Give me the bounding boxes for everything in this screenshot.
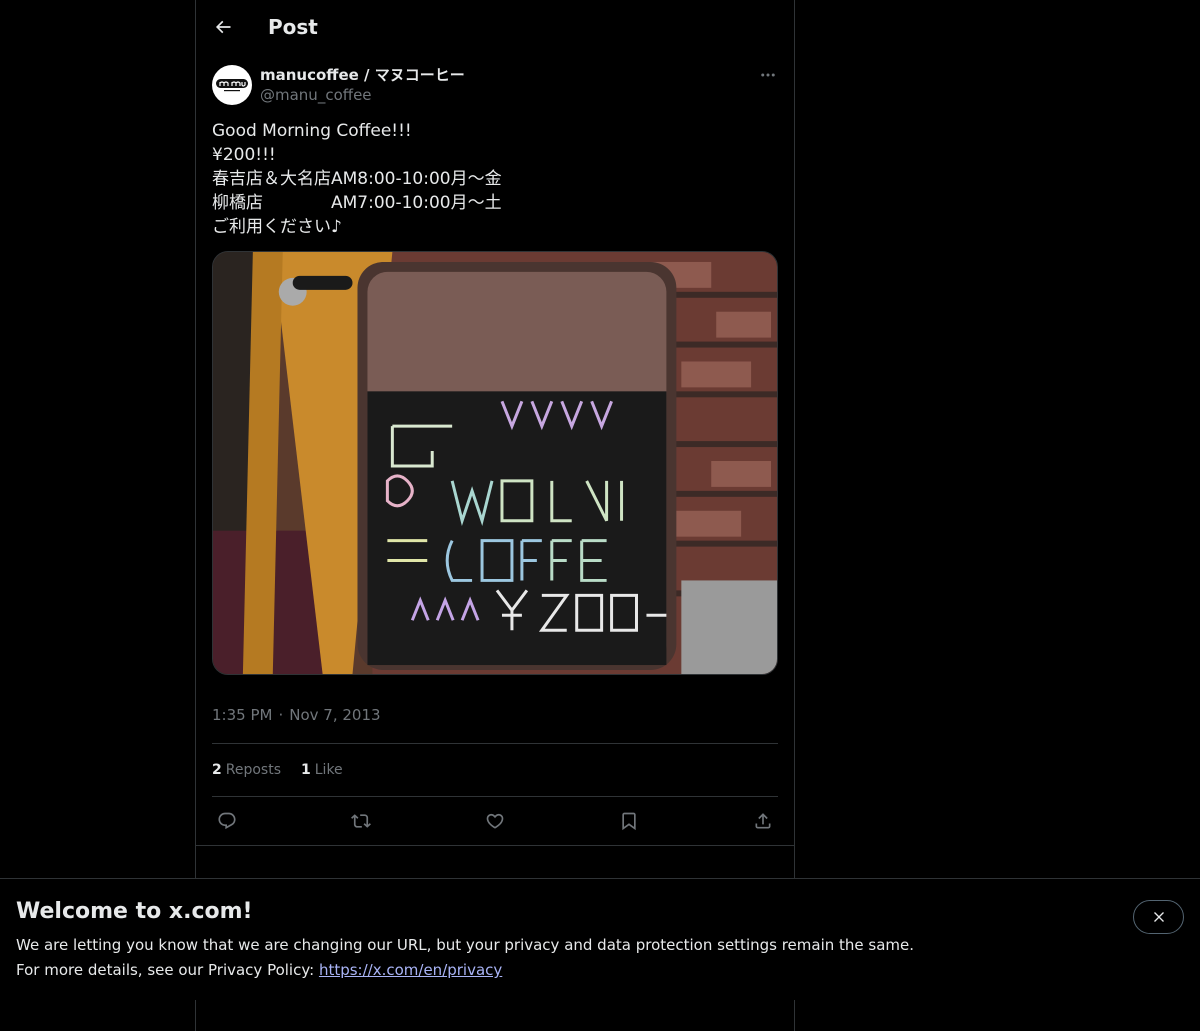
post-photo[interactable] (212, 251, 778, 675)
bookmark-button[interactable] (618, 810, 640, 832)
repost-icon (351, 814, 371, 828)
share-icon (755, 813, 771, 829)
post-time[interactable]: 1:35 PM (212, 706, 272, 724)
main-column: Post manucoffee / マヌコーヒー @manu_coffee Go… (195, 0, 795, 1031)
bookmark-icon (622, 812, 636, 831)
like-button[interactable] (484, 810, 506, 832)
author-handle[interactable]: @manu_coffee (260, 85, 465, 105)
top-bar: Post (196, 0, 794, 53)
more-icon (761, 73, 775, 77)
privacy-policy-link[interactable]: https://x.com/en/privacy (319, 961, 502, 979)
more-options-button[interactable] (758, 65, 778, 85)
share-button[interactable] (752, 810, 774, 832)
timestamp-separator: · (278, 706, 284, 724)
like-icon (486, 813, 504, 829)
page-title: Post (268, 14, 318, 39)
manucoffee-logo (216, 79, 248, 92)
back-button[interactable] (205, 9, 241, 45)
banner-title: Welcome to x.com! (16, 899, 253, 924)
timestamp-row: 1:35 PM · Nov 7, 2013 (212, 687, 778, 744)
chalkboard-photo (213, 252, 777, 674)
reply-icon (218, 812, 236, 830)
close-icon (1153, 912, 1164, 922)
likes-count: 1 (301, 762, 311, 778)
banner-line-1: We are letting you know that we are chan… (16, 936, 915, 954)
author-display-name[interactable]: manucoffee / マヌコーヒー (260, 65, 465, 85)
likes-stat[interactable]: 1 Like (301, 762, 343, 778)
welcome-banner: Welcome to x.com! We are letting you kno… (0, 878, 1200, 1000)
repost-button[interactable] (350, 810, 372, 832)
avatar[interactable] (212, 65, 252, 105)
author-row: manucoffee / マヌコーヒー @manu_coffee (212, 53, 778, 109)
actions-row (212, 797, 778, 845)
banner-line-2-prefix: For more details, see our Privacy Policy… (16, 961, 319, 979)
banner-body: We are letting you know that we are chan… (16, 933, 914, 983)
post-date[interactable]: Nov 7, 2013 (289, 706, 380, 724)
post: manucoffee / マヌコーヒー @manu_coffee Good Mo… (196, 53, 794, 846)
stats-row: 2 Reposts 1 Like (212, 744, 778, 797)
likes-label: Like (314, 762, 343, 778)
reply-button[interactable] (216, 810, 238, 832)
banner-close-button[interactable] (1133, 900, 1184, 934)
reposts-label: Reposts (225, 762, 281, 778)
post-text: Good Morning Coffee!!! ¥200!!! 春吉店＆大名店AM… (212, 121, 502, 237)
reposts-count: 2 (212, 762, 222, 778)
author-names: manucoffee / マヌコーヒー @manu_coffee (260, 65, 465, 105)
arrow-left-icon (215, 20, 231, 33)
reposts-stat[interactable]: 2 Reposts (212, 762, 281, 778)
banner-line-2: For more details, see our Privacy Policy… (16, 958, 914, 983)
